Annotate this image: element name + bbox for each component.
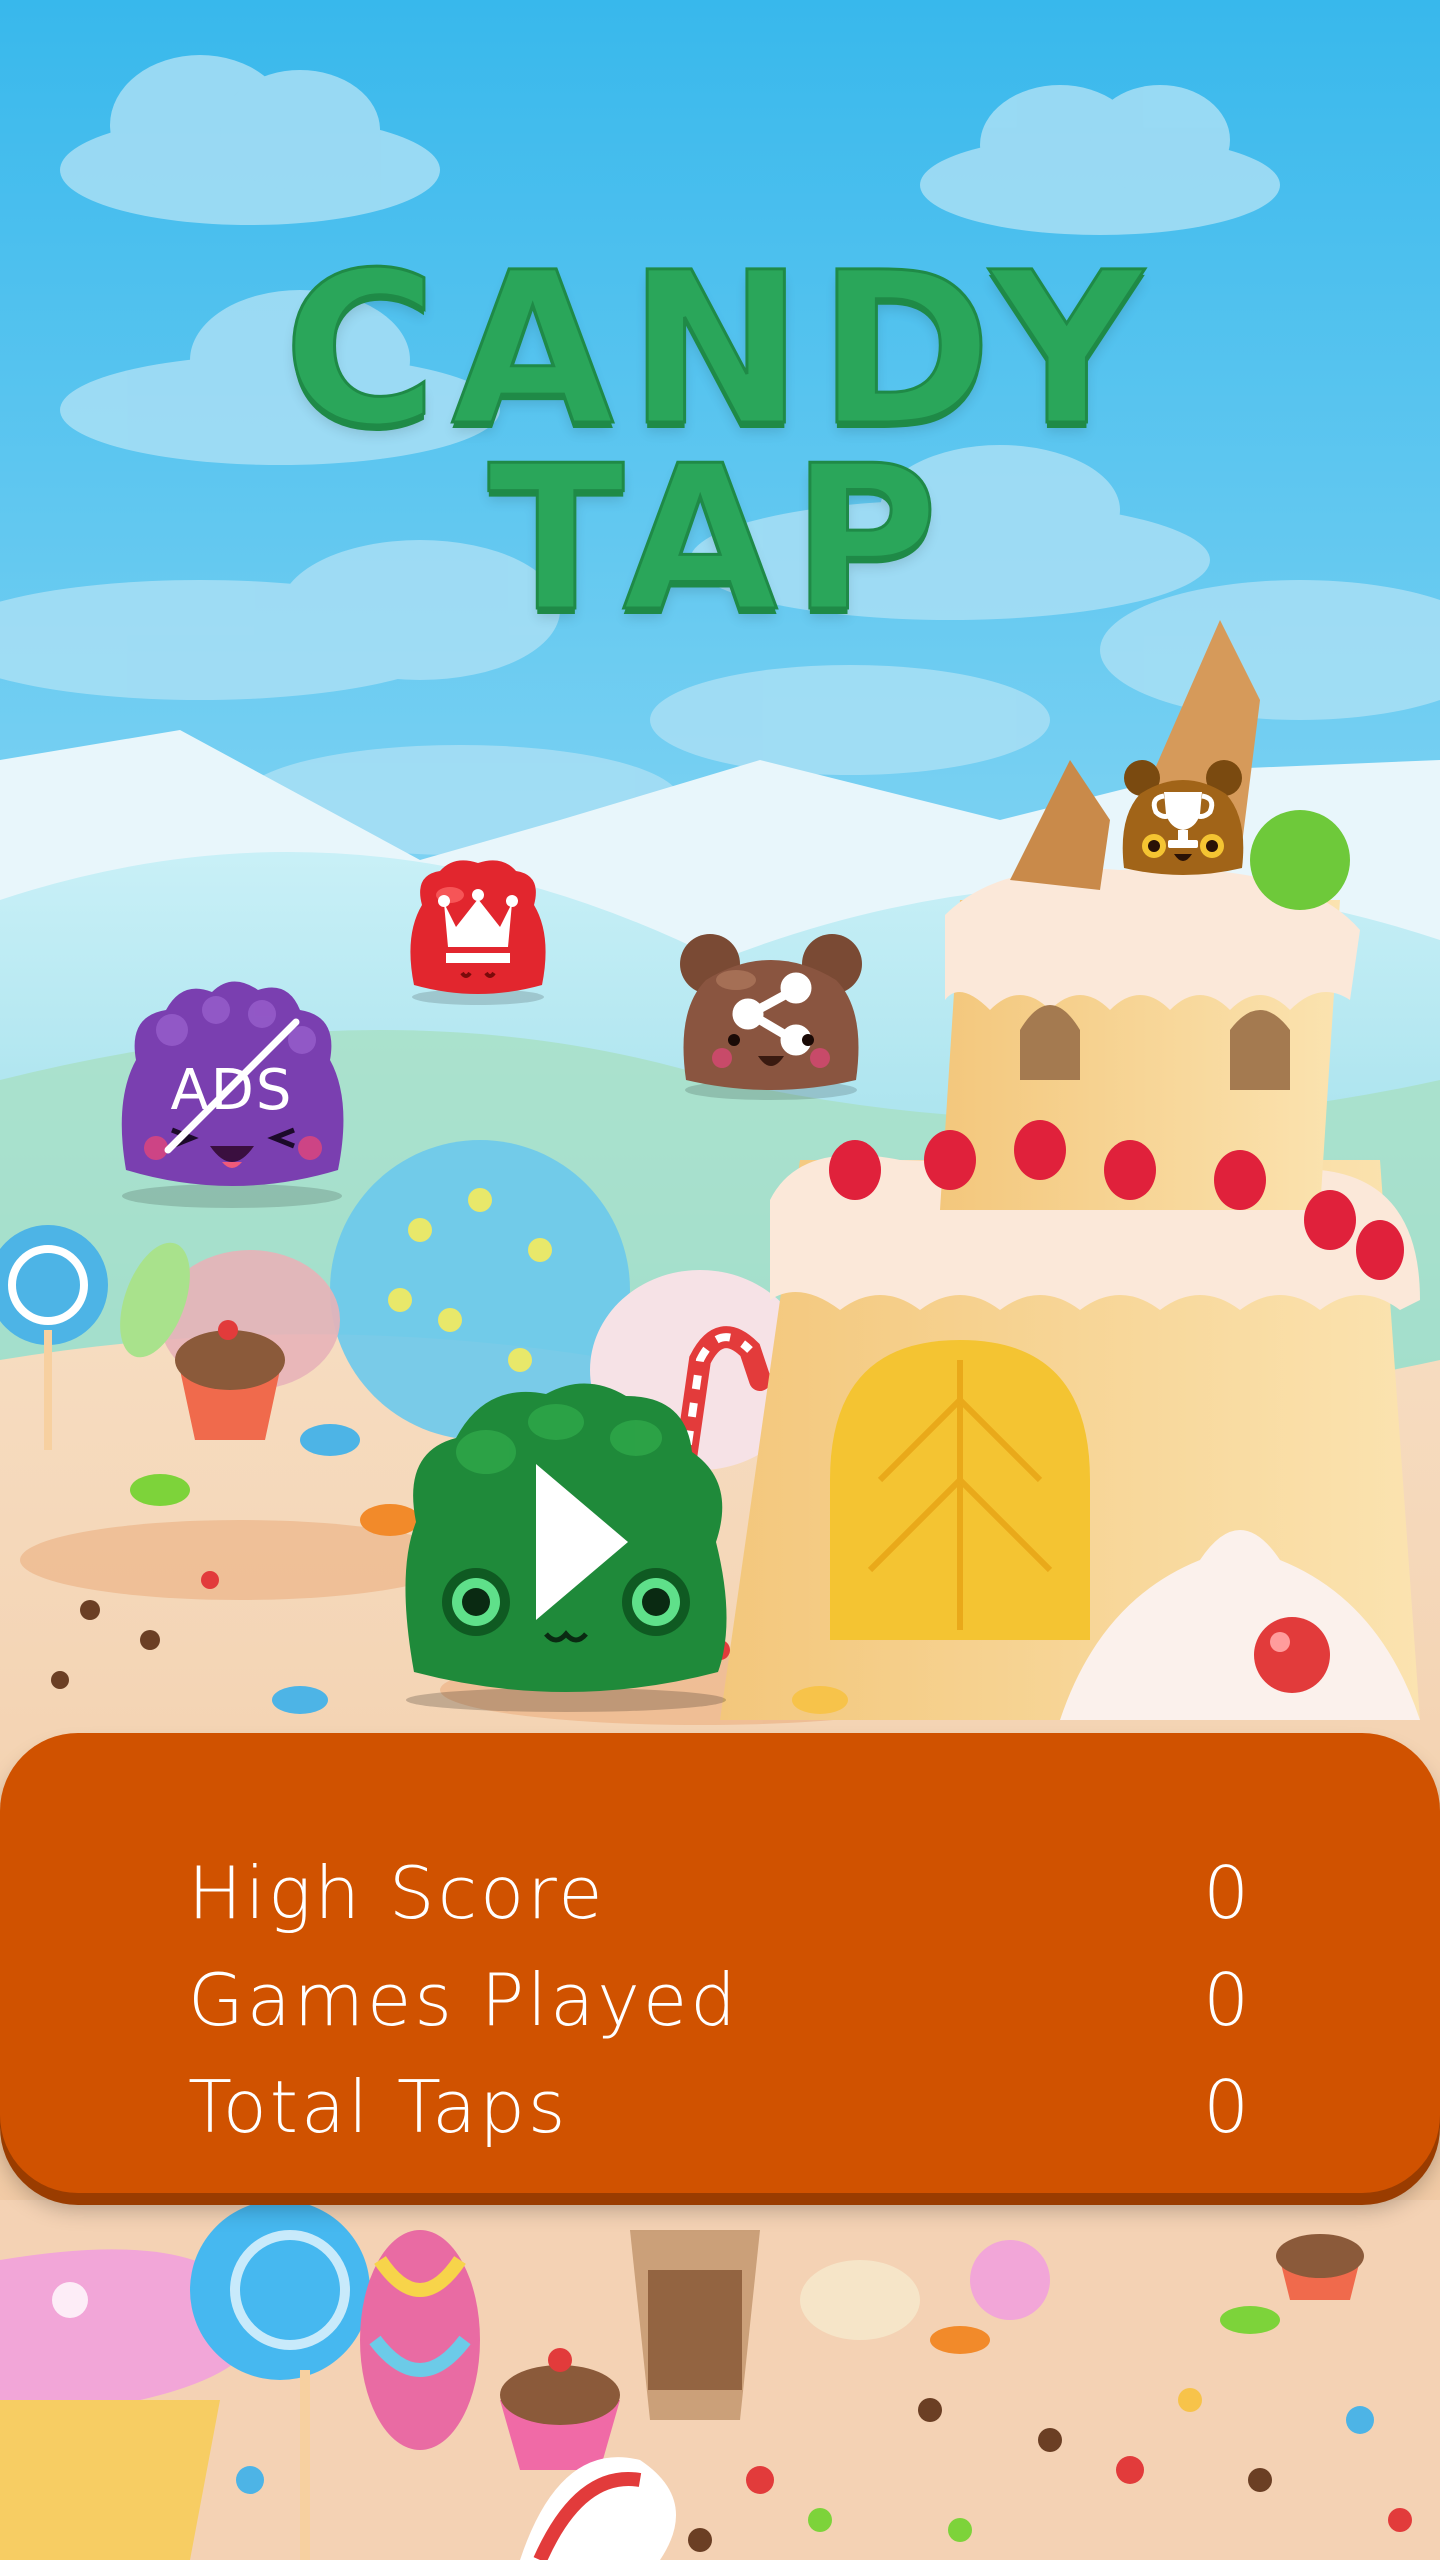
stat-label: High Score	[188, 1851, 606, 1935]
game-title-line-2: TAP	[486, 423, 953, 656]
stat-row-total-taps: Total Taps 0	[188, 2062, 1252, 2152]
remove-ads-label: ADS	[170, 1058, 294, 1123]
leaderboard-button[interactable]	[404, 855, 552, 1005]
stat-value: 0	[1203, 1851, 1252, 1935]
share-button[interactable]	[676, 930, 866, 1100]
stat-row-games-played: Games Played 0	[188, 1955, 1252, 2045]
stat-value: 0	[1203, 1958, 1252, 2042]
remove-ads-button[interactable]: ADS	[112, 970, 352, 1210]
stat-label: Total Taps	[188, 2065, 569, 2149]
stats-panel: High Score 0 Games Played 0 Total Taps 0	[0, 1733, 1440, 2193]
stat-label: Games Played	[188, 1958, 739, 2042]
stat-row-high-score: High Score 0	[188, 1848, 1252, 1938]
play-button[interactable]	[396, 1372, 736, 1712]
stat-value: 0	[1203, 2065, 1252, 2149]
achievements-button[interactable]	[1118, 758, 1248, 878]
